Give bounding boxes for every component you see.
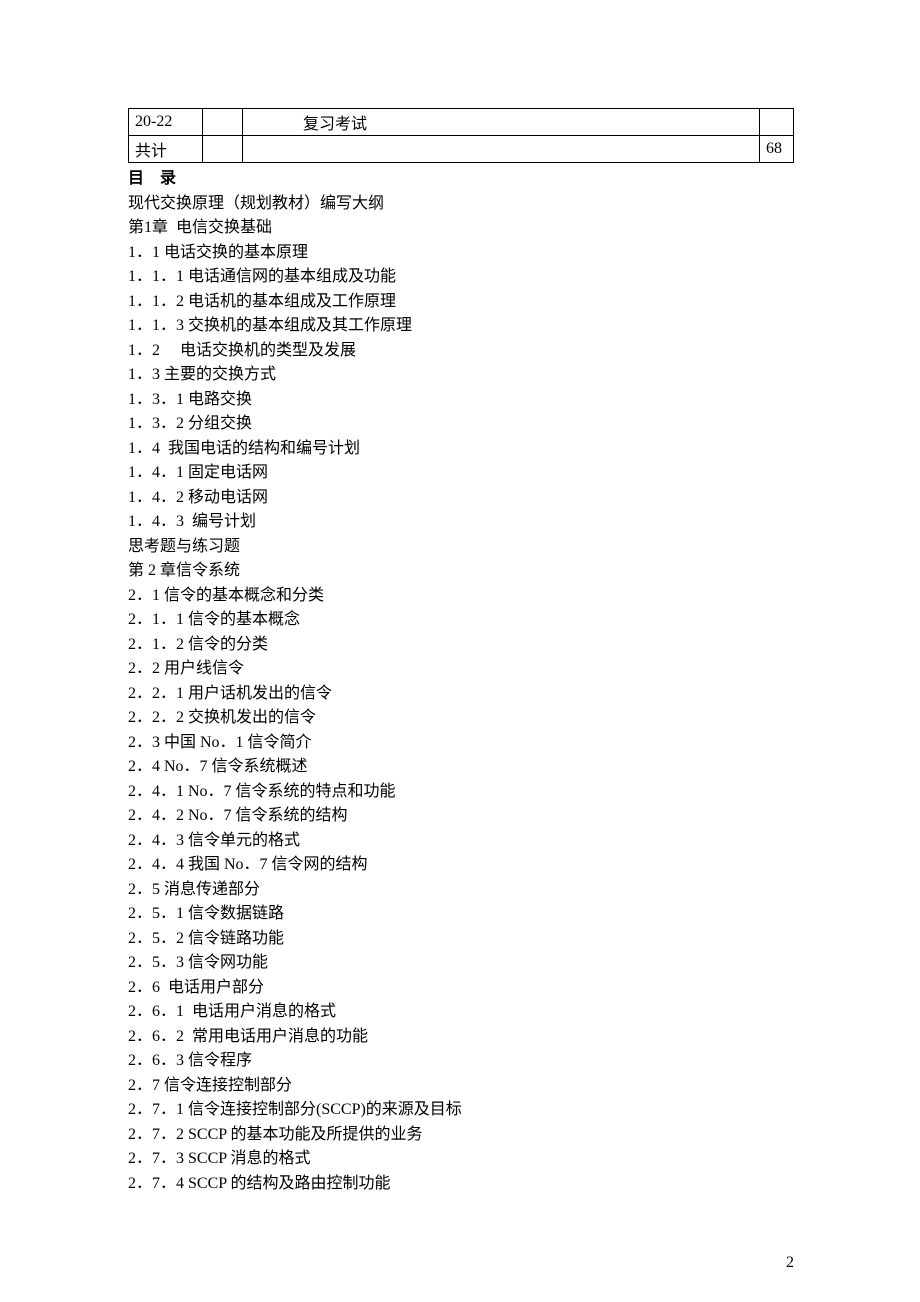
toc-line: 2．4．1 No．7 信令系统的特点和功能 (128, 780, 794, 805)
toc-line: 2．4．4 我国 No．7 信令网的结构 (128, 853, 794, 878)
toc-line: 2．6．1 电话用户消息的格式 (128, 1000, 794, 1025)
toc-line: 2．4 No．7 信令系统概述 (128, 755, 794, 780)
toc-line: 1．1．1 电话通信网的基本组成及功能 (128, 265, 794, 290)
toc-line: 现代交换原理（规划教材）编写大纲 (128, 192, 794, 217)
toc-line: 2．1．1 信令的基本概念 (128, 608, 794, 633)
toc-line: 1．4．3 编号计划 (128, 510, 794, 535)
toc-line: 2．5 消息传递部分 (128, 878, 794, 903)
table-cell (203, 136, 243, 163)
toc-line: 2．7 信令连接控制部分 (128, 1074, 794, 1099)
table-cell (203, 109, 243, 136)
toc-line: 1．1．3 交换机的基本组成及其工作原理 (128, 314, 794, 339)
toc-line: 2．2．1 用户话机发出的信令 (128, 682, 794, 707)
toc-line: 2．1．2 信令的分类 (128, 633, 794, 658)
toc-heading: 目录 (128, 167, 794, 192)
toc-line: 2．5．3 信令网功能 (128, 951, 794, 976)
table-row: 20-22 复习考试 (129, 109, 794, 136)
toc-line: 2．4．2 No．7 信令系统的结构 (128, 804, 794, 829)
toc-line: 1．3．1 电路交换 (128, 388, 794, 413)
toc-line: 1．4．2 移动电话网 (128, 486, 794, 511)
toc-line: 2．3 中国 No．1 信令简介 (128, 731, 794, 756)
toc-line: 2．2 用户线信令 (128, 657, 794, 682)
toc-line: 1．1．2 电话机的基本组成及工作原理 (128, 290, 794, 315)
table-row: 共计 68 (129, 136, 794, 163)
toc-line: 2．7．2 SCCP 的基本功能及所提供的业务 (128, 1123, 794, 1148)
toc-line: 2．4．3 信令单元的格式 (128, 829, 794, 854)
toc-line: 2．6．3 信令程序 (128, 1049, 794, 1074)
toc-list: 现代交换原理（规划教材）编写大纲第1章 电信交换基础1．1 电话交换的基本原理1… (128, 192, 794, 1197)
toc-line: 思考题与练习题 (128, 535, 794, 560)
toc-line: 2．5．2 信令链路功能 (128, 927, 794, 952)
toc-line: 2．1 信令的基本概念和分类 (128, 584, 794, 609)
toc-line: 第 2 章信令系统 (128, 559, 794, 584)
toc-line: 1．4．1 固定电话网 (128, 461, 794, 486)
table-cell: 68 (760, 136, 794, 163)
toc-line: 1．4 我国电话的结构和编号计划 (128, 437, 794, 462)
schedule-table: 20-22 复习考试共计 68 (128, 108, 794, 163)
toc-line: 1．2 电话交换机的类型及发展 (128, 339, 794, 364)
table-cell: 共计 (129, 136, 203, 163)
table-cell: 20-22 (129, 109, 203, 136)
table-cell (760, 109, 794, 136)
table-cell (243, 136, 760, 163)
toc-line: 1．1 电话交换的基本原理 (128, 241, 794, 266)
toc-line: 第1章 电信交换基础 (128, 216, 794, 241)
toc-line: 2．2．2 交换机发出的信令 (128, 706, 794, 731)
toc-line: 1．3．2 分组交换 (128, 412, 794, 437)
toc-line: 2．6．2 常用电话用户消息的功能 (128, 1025, 794, 1050)
toc-line: 2．6 电话用户部分 (128, 976, 794, 1001)
toc-line: 2．7．1 信令连接控制部分(SCCP)的来源及目标 (128, 1098, 794, 1123)
toc-line: 2．5．1 信令数据链路 (128, 902, 794, 927)
toc-line: 2．7．3 SCCP 消息的格式 (128, 1147, 794, 1172)
toc-line: 1．3 主要的交换方式 (128, 363, 794, 388)
document-page: 20-22 复习考试共计 68 目录 现代交换原理（规划教材）编写大纲第1章 电信交… (0, 0, 920, 1196)
page-number: 2 (786, 1254, 794, 1272)
toc-line: 2．7．4 SCCP 的结构及路由控制功能 (128, 1172, 794, 1197)
table-cell: 复习考试 (243, 109, 760, 136)
